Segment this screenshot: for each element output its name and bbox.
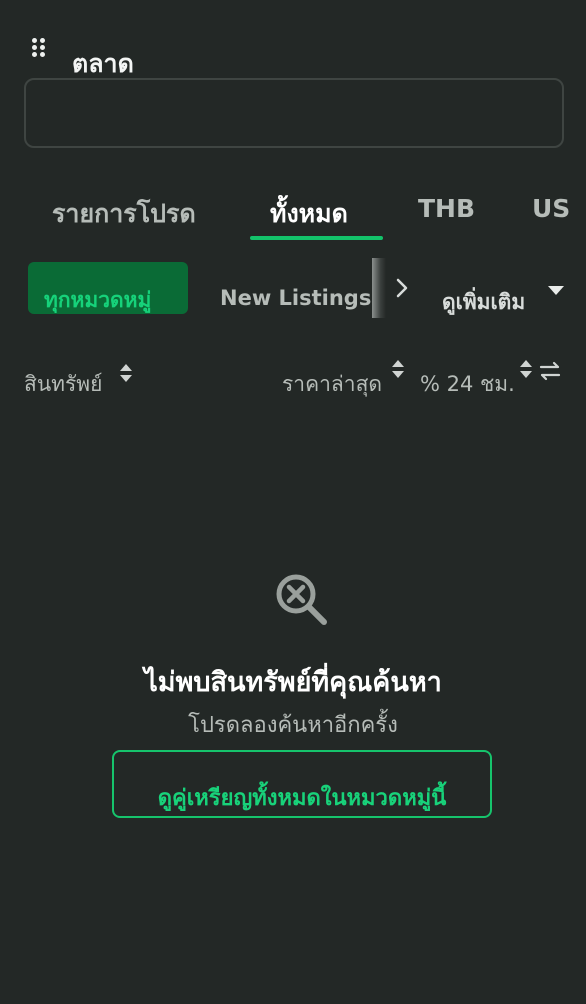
- tab-thb[interactable]: THB: [418, 194, 475, 223]
- active-tab-indicator: [250, 236, 383, 240]
- column-change[interactable]: % 24 ชม.: [420, 368, 515, 401]
- search-x-icon: [276, 574, 327, 625]
- search-input[interactable]: [24, 78, 564, 148]
- grip-dots-icon[interactable]: [32, 38, 48, 58]
- category-chip-all[interactable]: ทุกหมวดหมู่: [28, 262, 188, 314]
- caret-down-icon[interactable]: [548, 286, 564, 295]
- chevron-right-icon[interactable]: [392, 274, 412, 302]
- category-chip-new-listings[interactable]: New Listings: [220, 286, 372, 310]
- column-asset[interactable]: สินทรัพย์: [24, 368, 102, 401]
- market-tabs: รายการโปรด ทั้งหมด THB US: [0, 186, 586, 244]
- empty-state-title: ไม่พบสินทรัพย์ที่คุณค้นหา: [144, 667, 442, 698]
- swap-arrows-icon[interactable]: [538, 360, 562, 382]
- tab-all[interactable]: ทั้งหมด: [270, 194, 348, 234]
- see-more-button[interactable]: ดูเพิ่มเติม: [442, 286, 525, 319]
- sort-icon[interactable]: [520, 360, 532, 384]
- view-all-pairs-button[interactable]: ดูคู่เหรียญทั้งหมดในหมวดหมู่นี้: [112, 750, 492, 818]
- market-page: ตลาด รายการโปรด ทั้งหมด THB US ทุกหมวดหม…: [0, 0, 586, 1004]
- scroll-fade: [372, 258, 386, 318]
- tab-favorites[interactable]: รายการโปรด: [52, 194, 196, 234]
- column-price[interactable]: ราคาล่าสุด: [282, 368, 382, 401]
- tab-usdt[interactable]: US: [532, 194, 570, 223]
- category-chip-label: ทุกหมวดหมู่: [44, 288, 152, 312]
- sort-icon[interactable]: [120, 364, 132, 388]
- empty-state-subtitle: โปรดลองค้นหาอีกครั้ง: [188, 713, 398, 738]
- view-all-pairs-label: ดูคู่เหรียญทั้งหมดในหมวดหมู่นี้: [157, 786, 447, 811]
- sort-icon[interactable]: [392, 360, 404, 384]
